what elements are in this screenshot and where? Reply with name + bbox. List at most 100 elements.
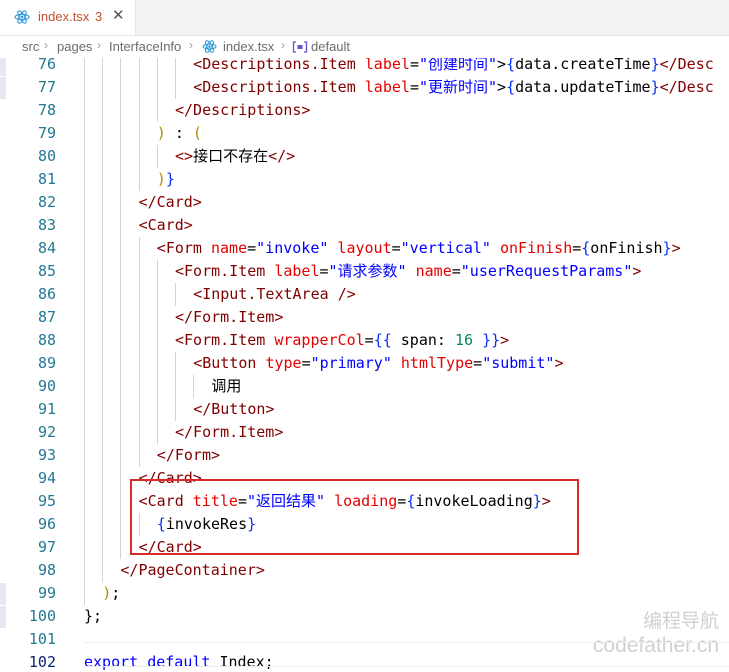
line-number: 98 bbox=[37, 561, 56, 579]
line-number: 86 bbox=[37, 285, 56, 303]
code-line[interactable]: 100}; bbox=[0, 605, 729, 628]
code-editor[interactable]: 76 <Descriptions.Item label="创建时间">{data.… bbox=[0, 58, 729, 672]
indent-guide bbox=[120, 214, 122, 237]
code-line[interactable]: 92 </Form.Item> bbox=[0, 421, 729, 444]
line-number: 94 bbox=[37, 469, 56, 487]
line-number: 84 bbox=[37, 239, 56, 257]
code-text: </PageContainer> bbox=[120, 561, 265, 579]
code-text: ); bbox=[102, 584, 121, 602]
code-line[interactable]: 86 <Input.TextArea /> bbox=[0, 283, 729, 306]
indent-guide bbox=[120, 352, 122, 375]
indent-guide bbox=[102, 467, 104, 490]
code-line[interactable]: 85 <Form.Item label="请求参数" name="userRequ… bbox=[0, 260, 729, 283]
code-line[interactable]: 87 </Form.Item> bbox=[0, 306, 729, 329]
indent-guide bbox=[138, 352, 140, 375]
code-text: ) : ( bbox=[156, 124, 202, 142]
indent-guide bbox=[120, 283, 122, 306]
chevron-right-icon: › bbox=[44, 38, 48, 52]
indent-guide bbox=[102, 490, 104, 513]
code-line[interactable]: 82 </Card> bbox=[0, 191, 729, 214]
code-text: <Card> bbox=[138, 216, 193, 234]
line-number: 99 bbox=[37, 584, 56, 602]
indent-guide bbox=[102, 559, 104, 582]
breadcrumb-item-default[interactable]: default bbox=[311, 39, 350, 54]
indent-guide bbox=[102, 421, 104, 444]
indent-guide bbox=[156, 329, 158, 352]
indent-guide bbox=[120, 490, 122, 513]
line-number: 77 bbox=[37, 78, 56, 96]
indent-guide bbox=[84, 191, 85, 214]
indent-guide bbox=[102, 99, 104, 122]
code-text: </Form.Item> bbox=[175, 308, 284, 326]
code-text: 调用 bbox=[211, 377, 242, 395]
indent-guide bbox=[84, 168, 85, 191]
code-line[interactable]: 93 </Form> bbox=[0, 444, 729, 467]
breadcrumb-item-index-tsx[interactable]: index.tsx bbox=[223, 39, 274, 54]
indent-guide bbox=[138, 398, 140, 421]
chevron-right-icon: › bbox=[97, 38, 101, 52]
indent-guide bbox=[102, 536, 104, 559]
code-line[interactable]: 81)} bbox=[0, 168, 729, 191]
indent-guide bbox=[102, 58, 104, 76]
code-line[interactable]: 83 <Card> bbox=[0, 214, 729, 237]
line-number: 90 bbox=[37, 377, 56, 395]
indent-guide bbox=[120, 421, 122, 444]
editor-tab-index-tsx[interactable]: index.tsx 3 ✕ bbox=[0, 0, 136, 35]
indent-guide bbox=[84, 582, 85, 605]
code-line[interactable]: 89 <Button type="primary" htmlType="submi… bbox=[0, 352, 729, 375]
indent-guide bbox=[156, 58, 158, 76]
indent-guide bbox=[84, 214, 85, 237]
breadcrumb-item-src[interactable]: src bbox=[22, 39, 39, 54]
breadcrumb-item-interfaceinfo[interactable]: InterfaceInfo bbox=[109, 39, 181, 54]
indent-guide bbox=[102, 352, 104, 375]
indent-guide bbox=[120, 536, 122, 559]
code-line[interactable]: 90 调用 bbox=[0, 375, 729, 398]
indent-guide bbox=[138, 145, 140, 168]
indent-guide bbox=[84, 306, 85, 329]
indent-guide bbox=[102, 375, 104, 398]
line-number: 101 bbox=[28, 630, 56, 648]
code-line[interactable]: 80 <>接口不存在</> bbox=[0, 145, 729, 168]
code-text: </Card> bbox=[138, 193, 202, 211]
indent-guide bbox=[156, 99, 158, 122]
line-number: 87 bbox=[37, 308, 56, 326]
code-line[interactable]: 79) : ( bbox=[0, 122, 729, 145]
code-line[interactable]: 91 </Button> bbox=[0, 398, 729, 421]
line-number: 83 bbox=[37, 216, 56, 234]
indent-guide bbox=[102, 398, 104, 421]
indent-guide bbox=[120, 398, 122, 421]
code-line[interactable]: 77 <Descriptions.Item label="更新时间">{data.… bbox=[0, 76, 729, 99]
indent-guide bbox=[138, 375, 140, 398]
indent-guide bbox=[175, 375, 176, 398]
code-line[interactable]: 88 <Form.Item wrapperCol={{ span: 16 }}> bbox=[0, 329, 729, 352]
code-text: <Form.Item wrapperCol={{ span: 16 }}> bbox=[175, 331, 510, 349]
code-line[interactable]: 98 </PageContainer> bbox=[0, 559, 729, 582]
indent-guide bbox=[138, 329, 140, 352]
indent-guide bbox=[156, 145, 158, 168]
breadcrumb-item-pages[interactable]: pages bbox=[57, 39, 92, 54]
indent-guide bbox=[84, 99, 85, 122]
line-number: 93 bbox=[37, 446, 56, 464]
code-line[interactable]: 84 <Form name="invoke" layout="vertical" … bbox=[0, 237, 729, 260]
indent-guide bbox=[102, 513, 104, 536]
indent-guide bbox=[84, 58, 85, 76]
code-text: </Descriptions> bbox=[175, 101, 311, 119]
code-line[interactable]: 99); bbox=[0, 582, 729, 605]
indent-guide bbox=[120, 329, 122, 352]
indent-guide bbox=[120, 306, 122, 329]
indent-guide bbox=[84, 145, 85, 168]
code-text: export default Index; bbox=[84, 653, 274, 671]
code-text: <>接口不存在</> bbox=[175, 147, 296, 165]
indent-guide bbox=[193, 375, 195, 398]
indent-guide bbox=[156, 375, 158, 398]
indent-guide bbox=[84, 76, 85, 99]
indent-guide bbox=[102, 191, 104, 214]
line-number: 82 bbox=[37, 193, 56, 211]
close-icon[interactable]: ✕ bbox=[112, 6, 125, 24]
indent-guide bbox=[138, 76, 140, 99]
code-line[interactable]: 78 </Descriptions> bbox=[0, 99, 729, 122]
indent-guide bbox=[156, 283, 158, 306]
line-number: 85 bbox=[37, 262, 56, 280]
indent-guide bbox=[138, 283, 140, 306]
code-line[interactable]: 76 <Descriptions.Item label="创建时间">{data.… bbox=[0, 58, 729, 76]
